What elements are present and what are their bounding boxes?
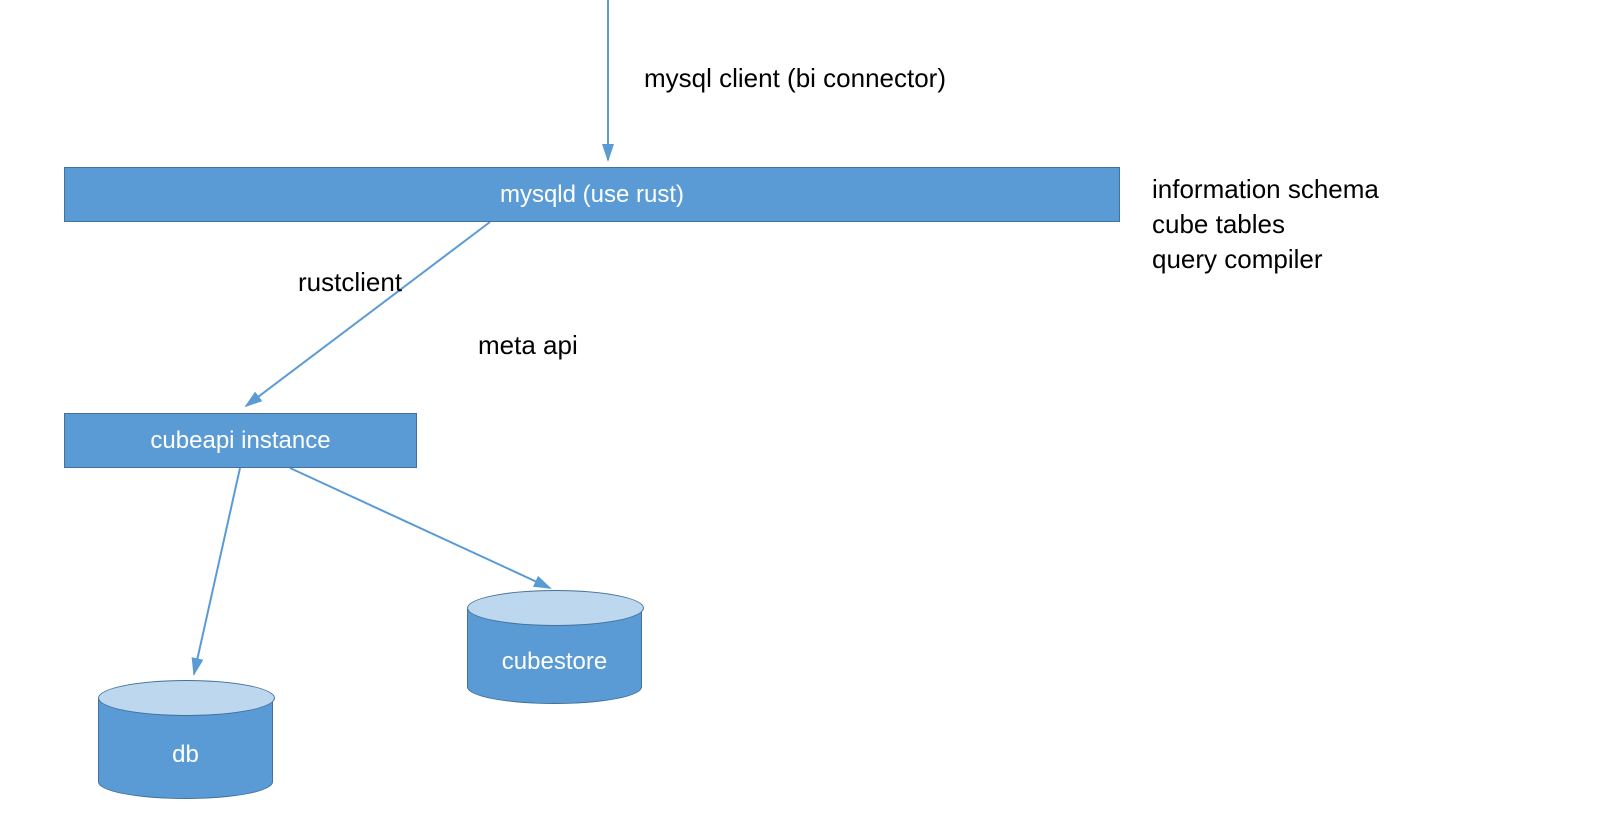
node-db: db bbox=[98, 680, 273, 799]
side-note-line: cube tables bbox=[1152, 207, 1379, 242]
side-note-line: query compiler bbox=[1152, 242, 1379, 277]
cylinder-top-icon bbox=[98, 680, 275, 716]
node-cubestore-label: cubestore bbox=[502, 648, 607, 676]
arrow-cubeapi-to-db bbox=[194, 468, 240, 674]
rustclient-label: rustclient bbox=[298, 267, 402, 298]
node-db-label: db bbox=[172, 741, 199, 769]
node-cubestore: cubestore bbox=[467, 590, 642, 704]
side-note-line: information schema bbox=[1152, 172, 1379, 207]
side-notes: information schema cube tables query com… bbox=[1152, 172, 1379, 277]
metaapi-label: meta api bbox=[478, 330, 578, 361]
node-cubeapi: cubeapi instance bbox=[64, 413, 417, 468]
arrow-cubeapi-to-cubestore bbox=[290, 468, 550, 588]
arrow-mysqld-to-cubeapi bbox=[246, 222, 490, 406]
node-cubeapi-label: cubeapi instance bbox=[150, 427, 330, 455]
node-mysqld-label: mysqld (use rust) bbox=[500, 181, 684, 209]
node-mysqld: mysqld (use rust) bbox=[64, 167, 1120, 222]
mysql-client-label: mysql client (bi connector) bbox=[644, 63, 946, 94]
cylinder-top-icon bbox=[467, 590, 644, 626]
